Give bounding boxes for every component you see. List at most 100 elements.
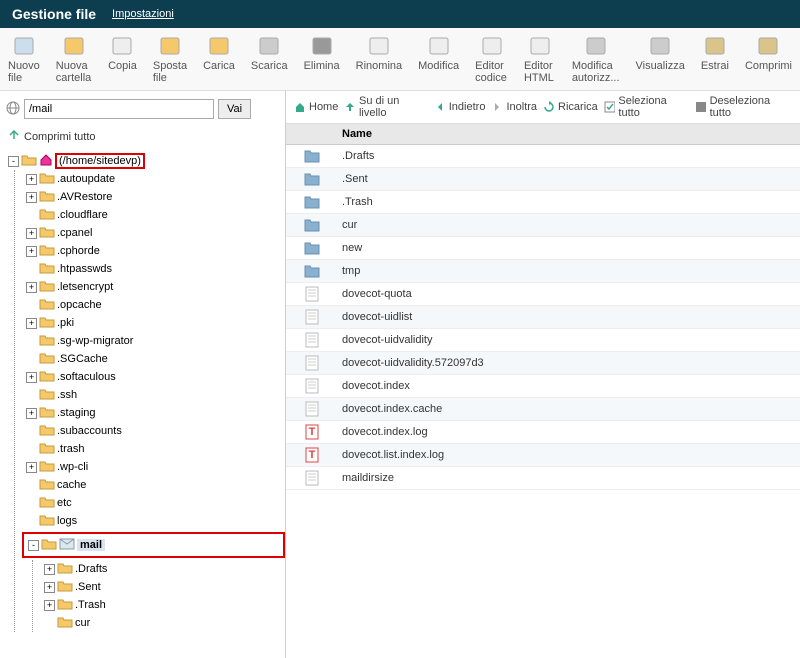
folder-icon xyxy=(39,333,55,349)
file-row[interactable]: dovecot-uidvalidity xyxy=(286,329,800,352)
tree-item[interactable]: etc xyxy=(57,497,72,509)
tree-item[interactable]: .trash xyxy=(57,443,85,455)
toggle-icon[interactable]: - xyxy=(28,540,39,551)
file-row[interactable]: dovecot-quota xyxy=(286,283,800,306)
toggle-icon[interactable]: + xyxy=(44,564,55,575)
tree-item[interactable]: .letsencrypt xyxy=(57,281,113,293)
folder-open-icon xyxy=(21,153,37,169)
file-row[interactable]: tmp xyxy=(286,260,800,283)
file-row[interactable]: dovecot-uidlist xyxy=(286,306,800,329)
file-row[interactable]: maildirsize xyxy=(286,467,800,490)
download-button[interactable]: Scarica xyxy=(243,32,296,86)
file-row[interactable]: new xyxy=(286,237,800,260)
folder-icon xyxy=(39,351,55,367)
path-input[interactable] xyxy=(24,99,214,119)
folder-icon xyxy=(39,369,55,385)
toggle-icon[interactable]: + xyxy=(44,600,55,611)
edit-button[interactable]: Modifica xyxy=(410,32,467,86)
folder-icon xyxy=(286,240,338,256)
tree-item[interactable]: .htpasswds xyxy=(57,263,112,275)
file-row[interactable]: cur xyxy=(286,214,800,237)
tree-item[interactable]: cur xyxy=(75,617,90,629)
toggle-icon[interactable]: + xyxy=(26,174,37,185)
tree-item[interactable]: logs xyxy=(57,515,77,527)
tree-item[interactable]: .cphorde xyxy=(57,245,100,257)
code-editor-button[interactable]: Editor codice xyxy=(467,32,516,86)
toggle-icon[interactable]: + xyxy=(26,192,37,203)
tree-item[interactable]: cache xyxy=(57,479,86,491)
new-folder-button[interactable]: Nuova cartella xyxy=(48,32,100,86)
file-name: cur xyxy=(338,219,800,231)
file-row[interactable]: dovecot-uidvalidity.572097d3 xyxy=(286,352,800,375)
settings-link[interactable]: Impostazioni xyxy=(112,8,174,20)
tree-item-mail[interactable]: mail xyxy=(77,539,105,551)
tree-item[interactable]: .cpanel xyxy=(57,227,92,239)
file-row[interactable]: Tdovecot.list.index.log xyxy=(286,444,800,467)
file-row[interactable]: .Sent xyxy=(286,168,800,191)
file-row[interactable]: Tdovecot.index.log xyxy=(286,421,800,444)
delete-button[interactable]: Elimina xyxy=(296,32,348,86)
name-column[interactable]: Name xyxy=(338,128,800,140)
nav-home[interactable]: Home xyxy=(294,101,338,113)
permissions-button[interactable]: Modifica autorizz... xyxy=(564,32,628,86)
tree-item[interactable]: .Sent xyxy=(75,581,101,593)
view-button[interactable]: Visualizza xyxy=(627,32,692,86)
nav-unselect-all[interactable]: Deseleziona tutto xyxy=(695,95,792,119)
new-file-button[interactable]: Nuovo file xyxy=(0,32,48,86)
toggle-icon[interactable]: - xyxy=(8,156,19,167)
file-name: .Sent xyxy=(338,173,800,185)
envelope-icon xyxy=(59,538,75,553)
go-button[interactable]: Vai xyxy=(218,99,251,119)
tree-item[interactable]: .SGCache xyxy=(57,353,108,365)
tree-item[interactable]: .softaculous xyxy=(57,371,116,383)
file-row[interactable]: dovecot.index xyxy=(286,375,800,398)
nav-forward[interactable]: Inoltra xyxy=(491,101,537,113)
nav-reload[interactable]: Ricarica xyxy=(543,101,598,113)
folder-icon xyxy=(286,171,338,187)
move-button[interactable]: Sposta file xyxy=(145,32,195,86)
toggle-icon[interactable]: + xyxy=(26,228,37,239)
html-editor-button[interactable]: Editor HTML xyxy=(516,32,564,86)
nav-back[interactable]: Indietro xyxy=(434,101,486,113)
tree-item[interactable]: .sg-wp-migrator xyxy=(57,335,133,347)
tree-item[interactable]: .Trash xyxy=(75,599,106,611)
compress-button[interactable]: Comprimi xyxy=(737,32,800,86)
tree-item[interactable]: .autoupdate xyxy=(57,173,115,185)
upload-button[interactable]: Carica xyxy=(195,32,243,86)
tree-item[interactable]: .wp-cli xyxy=(57,461,88,473)
collapse-all-button[interactable]: Comprimi tutto xyxy=(4,121,281,152)
toggle-icon[interactable]: + xyxy=(26,318,37,329)
new-folder-icon xyxy=(62,34,86,58)
file-row[interactable]: .Drafts xyxy=(286,145,800,168)
tree-item[interactable]: .Drafts xyxy=(75,563,107,575)
file-icon xyxy=(286,378,338,394)
tree-item[interactable]: .opcache xyxy=(57,299,102,311)
folder-icon xyxy=(39,441,55,457)
toggle-icon[interactable]: + xyxy=(44,582,55,593)
move-icon xyxy=(158,34,182,58)
toggle-icon[interactable]: + xyxy=(26,462,37,473)
tree-item[interactable]: .AVRestore xyxy=(57,191,112,203)
folder-icon xyxy=(39,477,55,493)
toggle-icon[interactable]: + xyxy=(26,372,37,383)
filelist-header: Name xyxy=(286,124,800,145)
toggle-icon[interactable]: + xyxy=(26,246,37,257)
file-row[interactable]: dovecot.index.cache xyxy=(286,398,800,421)
file-name: maildirsize xyxy=(338,472,800,484)
toggle-icon[interactable]: + xyxy=(26,282,37,293)
nav-select-all[interactable]: Seleziona tutto xyxy=(604,95,689,119)
tree-item[interactable]: .ssh xyxy=(57,389,77,401)
extract-button[interactable]: Estrai xyxy=(693,32,737,86)
file-icon xyxy=(286,470,338,486)
nav-up[interactable]: Su di un livello xyxy=(344,95,427,119)
root-node[interactable]: (/home/sitedevp) xyxy=(55,153,145,169)
collapse-icon xyxy=(8,129,20,144)
copy-button[interactable]: Copia xyxy=(100,32,145,86)
tree-item[interactable]: .cloudflare xyxy=(57,209,108,221)
rename-button[interactable]: Rinomina xyxy=(348,32,410,86)
tree-item[interactable]: .staging xyxy=(57,407,96,419)
toggle-icon[interactable]: + xyxy=(26,408,37,419)
tree-item[interactable]: .subaccounts xyxy=(57,425,122,437)
tree-item[interactable]: .pki xyxy=(57,317,74,329)
file-row[interactable]: .Trash xyxy=(286,191,800,214)
